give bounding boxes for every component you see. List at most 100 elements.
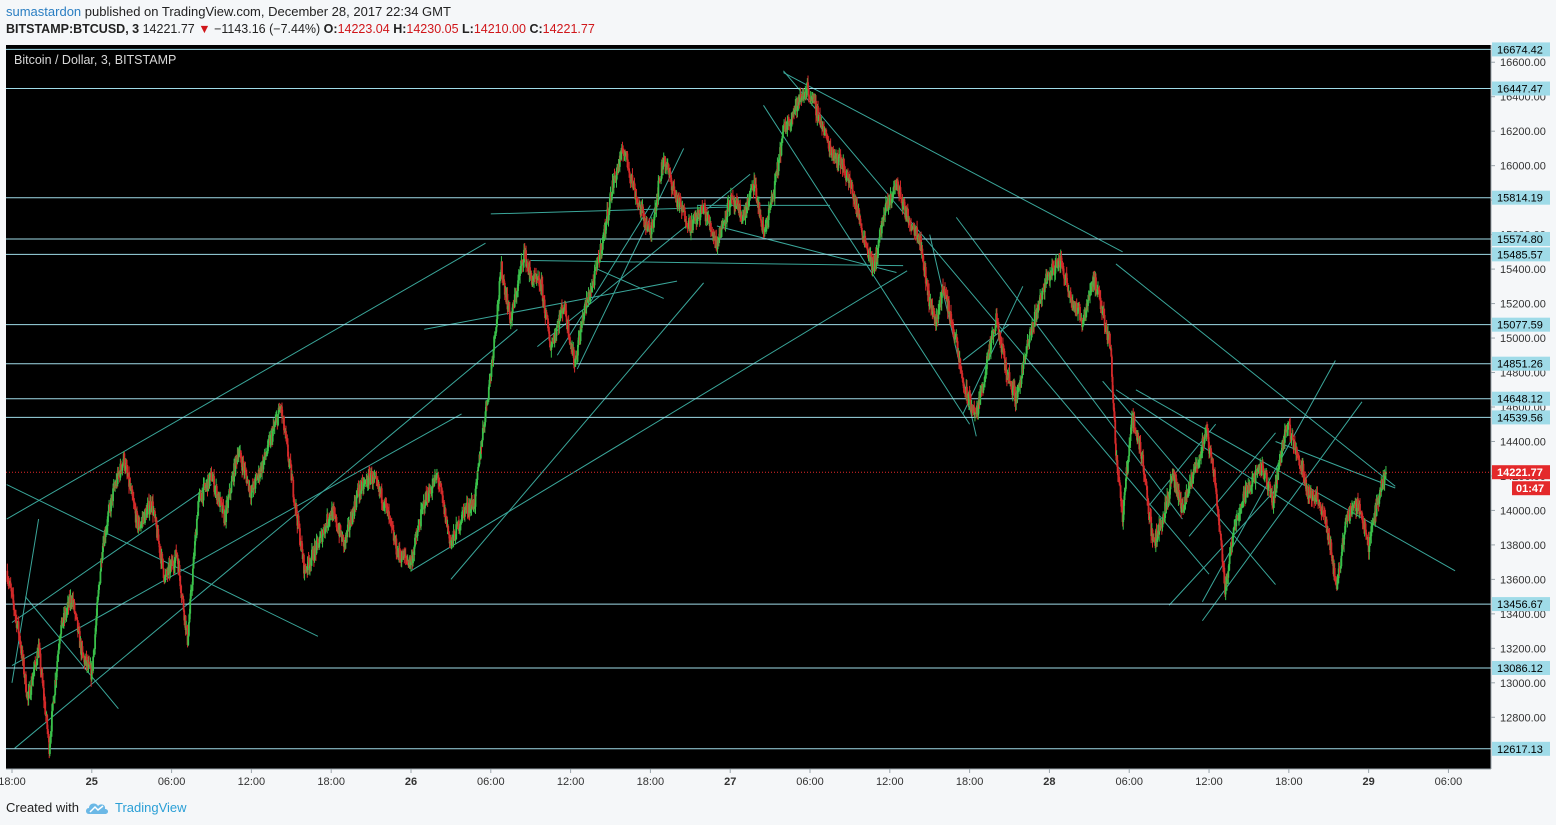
candle-body (961, 373, 964, 378)
time-tick-label: 18:00 (956, 776, 984, 788)
level-label: 13456.67 (1497, 599, 1543, 611)
published-text: published on TradingView.com, December 2… (84, 4, 451, 19)
time-tick-label: 12:00 (557, 776, 585, 788)
level-label: 12617.13 (1497, 744, 1543, 756)
candlestick-chart[interactable]: 12800.0013000.0013200.0013400.0013600.00… (0, 42, 1556, 796)
candle-body (1142, 454, 1145, 466)
candle-body (1103, 315, 1106, 327)
chart-title: Bitcoin / Dollar, 3, BITSTAMP (14, 53, 176, 67)
level-label: 13086.12 (1497, 663, 1543, 675)
candle-body (545, 312, 548, 315)
tradingview-link[interactable]: TradingView (115, 800, 187, 815)
candle-body (148, 509, 151, 515)
level-label: 16674.42 (1497, 44, 1543, 56)
candle-body (921, 248, 924, 255)
time-tick-label: 06:00 (477, 776, 505, 788)
created-with-label: Created with (6, 800, 79, 815)
candle-body (99, 571, 102, 584)
candle-body (1289, 424, 1292, 437)
candle-body (274, 421, 277, 426)
level-label: 14648.12 (1497, 394, 1543, 406)
candle-body (721, 224, 724, 228)
candle-body (1128, 444, 1131, 456)
candle-body (277, 414, 279, 426)
candle-body (390, 521, 393, 527)
time-tick-label: 27 (724, 776, 736, 788)
candle-body (873, 267, 876, 272)
chart-container[interactable]: 12800.00 13000.00 13200.00 13400.00 13600.00… (0, 42, 1556, 796)
candle-body (227, 498, 230, 508)
time-tick-label: 06:00 (158, 776, 186, 788)
candle-body (657, 180, 660, 200)
candle-body (39, 653, 42, 671)
candle-body (316, 538, 319, 543)
symbol-info: BITSTAMP:BTCUSD, 3 14221.77 ▼ −1143.16 (… (6, 22, 595, 36)
candle-body (807, 82, 809, 89)
time-tick-label: 29 (1363, 776, 1375, 788)
level-label: 15574.80 (1497, 234, 1543, 246)
time-axis-background (6, 769, 1491, 795)
candle-body (178, 565, 181, 576)
candle-body (498, 281, 501, 299)
candle-body (1144, 474, 1147, 482)
publish-info: sumastardon published on TradingView.com… (6, 4, 451, 19)
time-tick-label: 18:00 (0, 776, 26, 788)
price-tick-label: 15200.00 (1500, 299, 1546, 311)
candle-body (342, 534, 345, 538)
price-tick-label: 15400.00 (1500, 264, 1546, 276)
high-value: 14230.05 (406, 22, 459, 36)
candle-body (1344, 521, 1347, 533)
candle-body (442, 495, 444, 501)
candle-body (92, 657, 95, 671)
candle-body (189, 598, 192, 614)
candle-body (32, 674, 35, 680)
time-tick-label: 06:00 (1115, 776, 1143, 788)
open-label: O: (323, 22, 338, 36)
candle-body (424, 505, 426, 509)
candle-body (499, 276, 502, 282)
candle-body (417, 525, 420, 531)
candle-body (162, 558, 164, 569)
candle-body (448, 531, 450, 535)
candle-body (121, 464, 124, 471)
footer: Created with TradingView (6, 800, 187, 815)
price-tick-label: 16600.00 (1500, 57, 1546, 69)
last-price: 14221.77 (142, 22, 195, 36)
candle-body (908, 220, 911, 226)
candle-body (749, 188, 752, 193)
candle-body (75, 614, 78, 618)
candle-body (1117, 466, 1119, 476)
price-tick-label: 13600.00 (1500, 574, 1546, 586)
candle-body (56, 661, 59, 672)
candle-body (81, 646, 84, 653)
candle-body (555, 327, 558, 336)
down-arrow-icon: ▼ (198, 22, 211, 36)
price-tick-label: 15000.00 (1500, 333, 1546, 345)
candle-body (98, 584, 101, 590)
price-tick-label: 16200.00 (1500, 126, 1546, 138)
candle-body (1227, 570, 1230, 578)
author-link[interactable]: sumastardon (6, 4, 81, 19)
candle-body (182, 598, 185, 611)
time-tick-label: 06:00 (1435, 776, 1463, 788)
candle-body (1109, 333, 1111, 349)
candle-body (1223, 567, 1226, 584)
low-value: 14210.00 (473, 22, 526, 36)
last-price-label: 14221.77 (1497, 467, 1543, 479)
candle-body (900, 197, 903, 199)
candle-body (1112, 392, 1115, 404)
symbol-name: BITSTAMP:BTCUSD, 3 (6, 22, 140, 36)
candle-body (380, 488, 383, 504)
candle-body (187, 635, 190, 645)
candle-body (1008, 372, 1011, 382)
close-label: C: (529, 22, 543, 36)
candle-body (1212, 458, 1214, 471)
candle-body (158, 543, 161, 553)
time-tick-label: 12:00 (876, 776, 904, 788)
level-label: 14539.56 (1497, 412, 1543, 424)
countdown-label: 01:47 (1516, 483, 1544, 495)
candle-body (76, 617, 79, 621)
level-label: 15485.57 (1497, 249, 1543, 261)
candle-body (825, 133, 828, 135)
price-tick-label: 14400.00 (1500, 436, 1546, 448)
